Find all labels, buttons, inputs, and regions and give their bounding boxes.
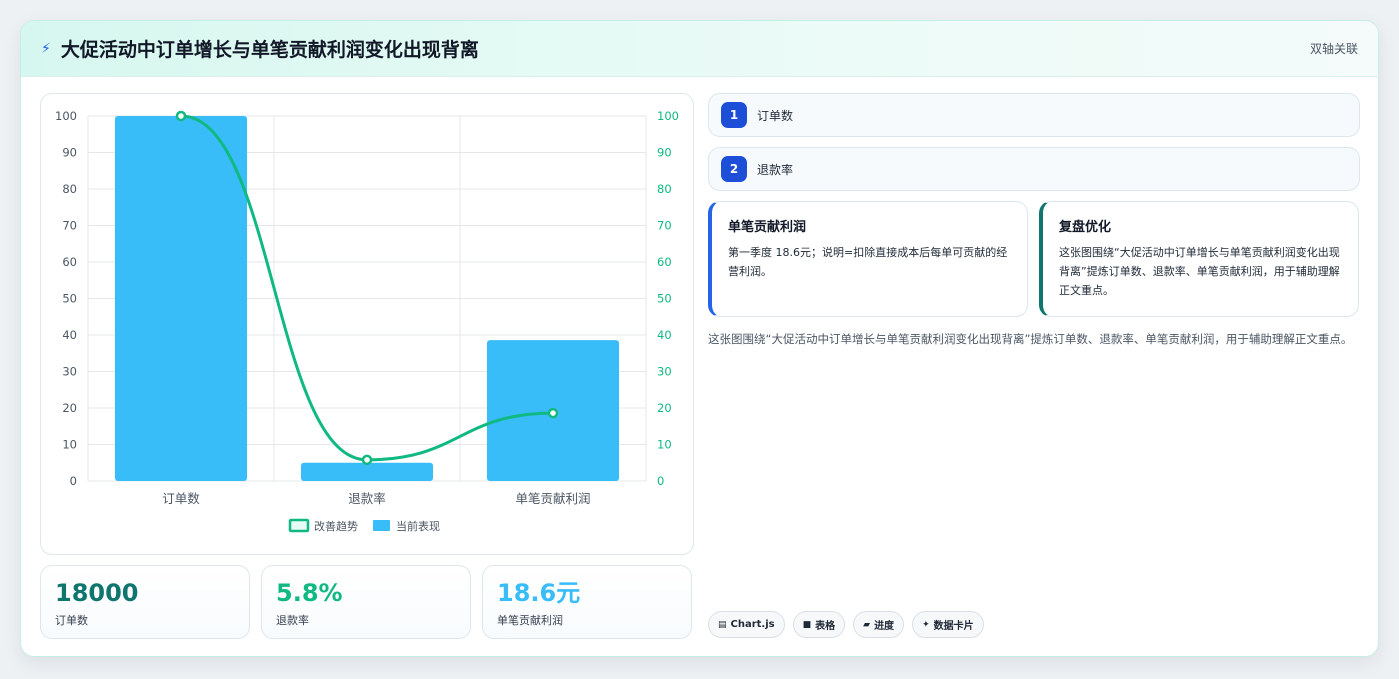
y-tick-label: 0: [70, 474, 77, 488]
stat-card-orders: 18000 订单数: [40, 565, 250, 639]
info-card-body: 第一季度 18.6元；说明=扣除直接成本后每单可贡献的经营利润。: [728, 246, 1008, 278]
y2-tick-label: 70: [657, 219, 672, 233]
y2-tick-label: 50: [657, 292, 672, 306]
right-panel: 1 订单数 2 退款率 单笔贡献利润 第一季度 18.6元；说明=扣除直接成本后…: [708, 93, 1360, 349]
y2-tick-label: 100: [657, 109, 679, 123]
stat-value: 5.8%: [276, 579, 343, 607]
y-tick-label: 30: [62, 365, 77, 379]
tag-data-card[interactable]: ✦ 数据卡片: [912, 611, 984, 638]
legend-label: 当前表现: [396, 519, 440, 533]
number-badge: 1: [721, 102, 747, 128]
title-wrap: ⚡︎ 大促活动中订单增长与单笔贡献利润变化出现背离: [41, 35, 479, 62]
list-item-label: 退款率: [757, 162, 794, 177]
tag-table[interactable]: ■ 表格: [792, 611, 846, 638]
info-card-body: 这张图围绕“大促活动中订单增长与单笔贡献利润变化出现背离”提炼订单数、退款率、单…: [1059, 246, 1340, 297]
card-header: ⚡︎ 大促活动中订单增长与单笔贡献利润变化出现背离 双轴关联: [21, 21, 1378, 77]
table-icon: ■: [802, 619, 812, 630]
progress-icon: ▰: [863, 619, 871, 630]
y-tick-label: 50: [62, 292, 77, 306]
y2-tick-label: 60: [657, 255, 672, 269]
dual-axis-chart: 0 10 20 30 40 50 60 70 80 90 100 0 10 20 30 40 50 60 70 80 9…: [55, 109, 679, 533]
chart-panel: 0 10 20 30 40 50 60 70 80 90 100 0 10 20 30 40 50 60 70 80 9…: [40, 93, 694, 555]
list-item-label: 订单数: [757, 108, 794, 123]
bar: [114, 116, 248, 481]
y-tick-label: 20: [62, 401, 77, 415]
tag-label: 进度: [874, 621, 895, 632]
tag-chartjs[interactable]: ▤ Chart.js: [708, 611, 785, 638]
info-card-row: 单笔贡献利润 第一季度 18.6元；说明=扣除直接成本后每单可贡献的经营利润。 …: [708, 201, 1360, 317]
tag-label: 表格: [815, 621, 836, 632]
tag-label: Chart.js: [730, 619, 775, 630]
bar: [300, 462, 434, 481]
y2-tick-label: 90: [657, 146, 672, 160]
page-title: 大促活动中订单增长与单笔贡献利润变化出现背离: [60, 39, 479, 61]
y2-tick-label: 30: [657, 365, 672, 379]
main-card: ⚡︎ 大促活动中订单增长与单笔贡献利润变化出现背离 双轴关联 0 10 20 30 40…: [20, 20, 1379, 657]
info-card-title: 复盘优化: [1059, 220, 1112, 235]
legend-swatch-trend: [288, 518, 310, 533]
y2-tick-label: 10: [657, 438, 672, 452]
y-tick-label: 60: [62, 255, 77, 269]
list-item: 2 退款率: [708, 147, 1360, 191]
x-tick-label: 单笔贡献利润: [515, 491, 590, 506]
stat-label: 订单数: [55, 614, 88, 627]
trend-point: [547, 407, 559, 419]
header-tag: 双轴关联: [1309, 42, 1358, 56]
sparkle-icon: ✦: [922, 619, 930, 630]
stat-value: 18000: [55, 579, 139, 607]
summary-text: 这张图围绕“大促活动中订单增长与单笔贡献利润变化出现背离”提炼订单数、退款率、单…: [708, 332, 1353, 346]
x-tick-label: 退款率: [348, 491, 386, 506]
tag-row: ▤ Chart.js ■ 表格 ▰ 进度 ✦ 数据卡片: [708, 611, 984, 638]
y2-tick-label: 80: [657, 182, 672, 196]
stat-label: 退款率: [276, 614, 309, 627]
bolt-icon: ⚡︎: [41, 40, 51, 57]
info-card-title: 单笔贡献利润: [728, 220, 807, 235]
number-badge: 2: [721, 156, 747, 182]
chart-icon: ▤: [718, 619, 727, 630]
info-card-review: 复盘优化 这张图围绕“大促活动中订单增长与单笔贡献利润变化出现背离”提炼订单数、…: [1039, 201, 1359, 317]
y-tick-label: 100: [55, 109, 77, 123]
x-tick-label: 订单数: [162, 491, 200, 506]
stat-label: 单笔贡献利润: [497, 614, 563, 627]
y-tick-label: 90: [62, 146, 77, 160]
stat-row: 18000 订单数 5.8% 退款率 18.6元 单笔贡献利润: [40, 565, 694, 639]
tag-label: 数据卡片: [933, 621, 974, 632]
info-card-profit: 单笔贡献利润 第一季度 18.6元；说明=扣除直接成本后每单可贡献的经营利润。: [708, 201, 1028, 317]
trend-point: [361, 454, 373, 466]
stat-card-profit: 18.6元 单笔贡献利润: [482, 565, 692, 639]
y2-tick-label: 0: [657, 474, 664, 488]
stat-value: 18.6元: [497, 579, 581, 607]
y-tick-label: 70: [62, 219, 77, 233]
legend-label: 改善趋势: [314, 519, 358, 533]
legend-swatch-current: [373, 520, 390, 531]
y2-tick-label: 40: [657, 328, 672, 342]
y-tick-label: 40: [62, 328, 77, 342]
y-tick-label: 80: [62, 182, 77, 196]
trend-point: [175, 110, 187, 122]
tag-progress[interactable]: ▰ 进度: [853, 611, 905, 638]
list-item: 1 订单数: [708, 93, 1360, 137]
y2-tick-label: 20: [657, 401, 672, 415]
y-tick-label: 10: [62, 438, 77, 452]
stat-card-refund: 5.8% 退款率: [261, 565, 471, 639]
